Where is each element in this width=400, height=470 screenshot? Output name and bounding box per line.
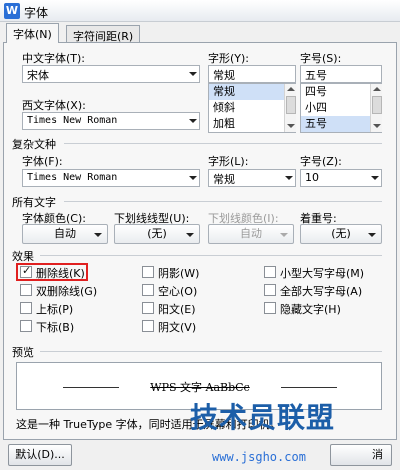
preview-baseline-right bbox=[281, 387, 337, 388]
shadow-checkbox[interactable] bbox=[142, 266, 154, 278]
strikethrough-checkbox[interactable] bbox=[20, 264, 32, 278]
style-option[interactable]: 常规 bbox=[209, 84, 295, 100]
engrave-checkbox[interactable] bbox=[142, 320, 154, 332]
effects-section-title: 效果 bbox=[12, 250, 34, 263]
all-text-section-title: 所有文字 bbox=[12, 196, 56, 209]
watermark-logo-text: 技术员联盟 bbox=[190, 401, 336, 434]
chevron-down-icon bbox=[94, 233, 102, 237]
scroll-up-icon[interactable] bbox=[287, 87, 295, 91]
complex-style-select[interactable]: 常规 bbox=[208, 169, 296, 187]
subscript-label: 下标(B) bbox=[36, 321, 75, 334]
style-label: 字形(Y): bbox=[208, 52, 250, 65]
underline-color-value: 自动 bbox=[240, 227, 262, 240]
outline-label: 空心(O) bbox=[158, 285, 198, 298]
underline-style-dropdown[interactable]: (无) bbox=[114, 224, 200, 244]
tab-character-spacing[interactable]: 字符间距(R) bbox=[66, 25, 141, 43]
font-color-dropdown[interactable]: 自动 bbox=[22, 224, 108, 244]
title-bar bbox=[0, 0, 400, 22]
section-divider bbox=[64, 143, 382, 144]
emphasis-mark-value: (无) bbox=[331, 227, 351, 240]
scroll-down-icon[interactable] bbox=[373, 124, 381, 128]
size-value: 五号 bbox=[305, 69, 327, 82]
watermark-url: www.jsgho.com bbox=[212, 450, 306, 464]
style-listbox[interactable]: 常规 倾斜 加粗 bbox=[208, 83, 296, 133]
complex-style-label: 字形(L): bbox=[208, 155, 249, 168]
hidden-text-label: 隐藏文字(H) bbox=[280, 303, 341, 316]
preview-sample-text: WPS 文字 AaBbCc bbox=[150, 381, 250, 394]
superscript-label: 上标(P) bbox=[36, 303, 74, 316]
style-value: 常规 bbox=[213, 69, 235, 82]
size-input[interactable]: 五号 bbox=[300, 65, 382, 83]
complex-section-title: 复杂文种 bbox=[12, 138, 56, 151]
double-strikethrough-checkbox[interactable] bbox=[20, 284, 32, 296]
chinese-font-label: 中文字体(T): bbox=[22, 52, 86, 65]
chevron-down-icon bbox=[189, 72, 197, 76]
size-option[interactable]: 五号 bbox=[301, 116, 381, 132]
size-option[interactable]: 四号 bbox=[301, 84, 381, 100]
underline-style-value: (无) bbox=[147, 227, 167, 240]
tab-font[interactable]: 字体(N) bbox=[6, 23, 59, 43]
chevron-down-icon bbox=[371, 176, 379, 180]
scroll-thumb[interactable] bbox=[372, 96, 382, 114]
complex-font-select[interactable]: Times New Roman bbox=[22, 169, 200, 187]
double-strikethrough-label: 双删除线(G) bbox=[36, 285, 98, 298]
small-caps-checkbox[interactable] bbox=[264, 266, 276, 278]
complex-font-value: Times New Roman bbox=[27, 172, 118, 183]
size-label: 字号(S): bbox=[300, 52, 342, 65]
complex-size-value: 10 bbox=[305, 171, 319, 184]
wps-app-icon: W bbox=[4, 3, 20, 19]
western-font-select[interactable]: Times New Roman bbox=[22, 112, 200, 130]
scroll-down-icon[interactable] bbox=[287, 124, 295, 128]
complex-size-select[interactable]: 10 bbox=[300, 169, 382, 187]
underline-color-dropdown: 自动 bbox=[208, 224, 294, 244]
section-divider bbox=[40, 351, 382, 352]
section-divider bbox=[40, 255, 382, 256]
all-caps-label: 全部大写字母(A) bbox=[280, 285, 363, 298]
style-option[interactable]: 倾斜 bbox=[209, 100, 295, 116]
western-font-label: 西文字体(X): bbox=[22, 99, 86, 112]
chinese-font-select[interactable]: 宋体 bbox=[22, 65, 200, 83]
emboss-checkbox[interactable] bbox=[142, 302, 154, 314]
scroll-thumb[interactable] bbox=[286, 96, 296, 114]
chevron-down-icon bbox=[285, 176, 293, 180]
emphasis-mark-dropdown[interactable]: (无) bbox=[300, 224, 382, 244]
western-font-value: Times New Roman bbox=[27, 115, 118, 126]
chinese-font-value: 宋体 bbox=[27, 69, 49, 82]
scroll-up-icon[interactable] bbox=[373, 87, 381, 91]
emboss-label: 阳文(E) bbox=[158, 303, 196, 316]
size-scrollbar[interactable] bbox=[370, 84, 382, 132]
section-divider bbox=[64, 201, 382, 202]
style-option[interactable]: 加粗 bbox=[209, 116, 295, 132]
chevron-down-icon bbox=[186, 233, 194, 237]
default-button[interactable]: 默认(D)... bbox=[8, 444, 72, 466]
engrave-label: 阴文(V) bbox=[158, 321, 197, 334]
superscript-checkbox[interactable] bbox=[20, 302, 32, 314]
preview-baseline-left bbox=[63, 387, 119, 388]
complex-size-label: 字号(Z): bbox=[300, 155, 342, 168]
shadow-label: 阴影(W) bbox=[158, 267, 200, 280]
complex-style-value: 常规 bbox=[213, 173, 235, 186]
dialog-title: 字体 bbox=[24, 6, 49, 20]
hidden-text-checkbox[interactable] bbox=[264, 302, 276, 314]
chevron-down-icon bbox=[189, 119, 197, 123]
chevron-down-icon bbox=[189, 176, 197, 180]
style-scrollbar[interactable] bbox=[284, 84, 296, 132]
font-color-value: 自动 bbox=[54, 227, 76, 240]
size-option[interactable]: 小四 bbox=[301, 100, 381, 116]
strikethrough-label: 删除线(K) bbox=[36, 267, 85, 280]
style-input[interactable]: 常规 bbox=[208, 65, 296, 83]
complex-font-label: 字体(F): bbox=[22, 155, 63, 168]
chevron-down-icon bbox=[368, 233, 376, 237]
all-caps-checkbox[interactable] bbox=[264, 284, 276, 296]
small-caps-label: 小型大写字母(M) bbox=[280, 267, 365, 280]
subscript-checkbox[interactable] bbox=[20, 320, 32, 332]
cancel-button[interactable]: 消 bbox=[330, 444, 392, 466]
chevron-down-icon bbox=[280, 233, 288, 237]
preview-section-title: 预览 bbox=[12, 346, 34, 359]
outline-checkbox[interactable] bbox=[142, 284, 154, 296]
